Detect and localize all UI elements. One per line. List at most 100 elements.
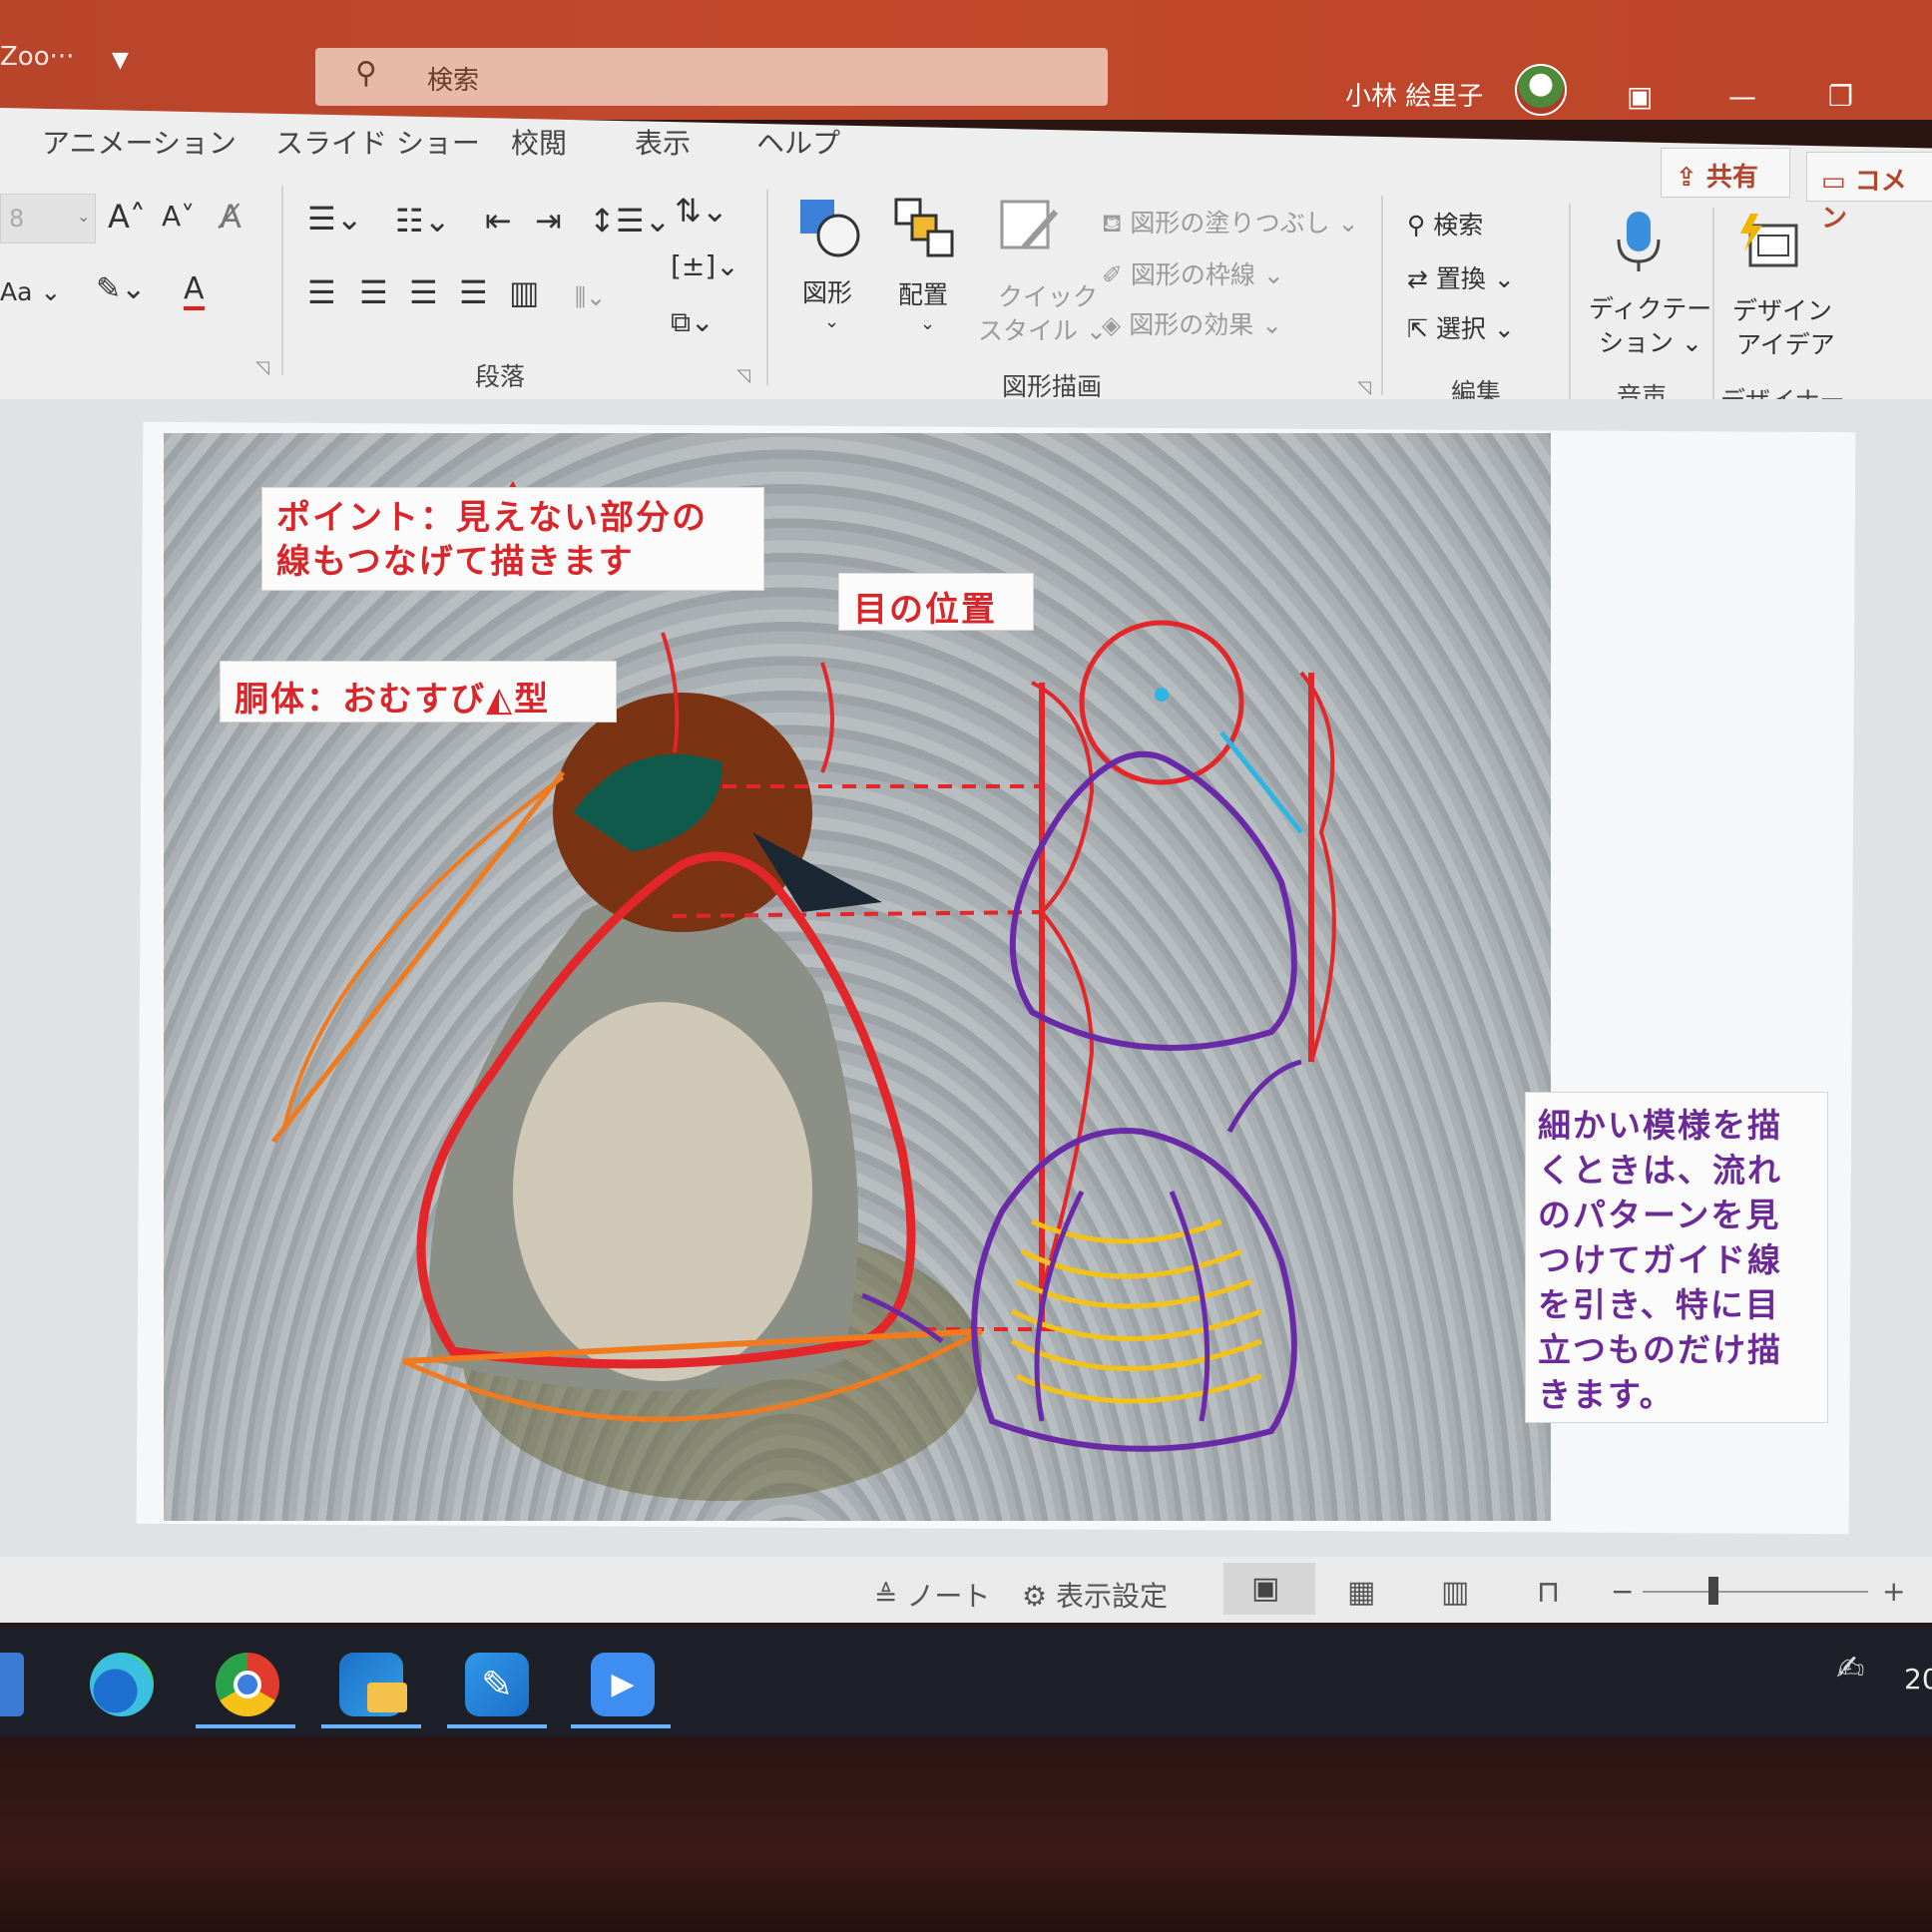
line-spacing-icon[interactable]: ↕☰⌄ [589, 202, 671, 240]
justify-icon[interactable]: ☰ [459, 273, 488, 311]
shape-outline-label: 図形の枠線 [1130, 260, 1255, 289]
sketch-scale-arcs [1299, 671, 1336, 1063]
text-direction-icon[interactable]: ⇅⌄ [675, 192, 728, 230]
font-size-box[interactable]: 8 ⌄ [0, 194, 96, 243]
outlook-icon[interactable] [339, 1653, 407, 1716]
pattern-tip-callout[interactable]: 細かい模様を描 くときは、流れ のパターンを見 つけてガイド線 を引き、特に目 … [1525, 1092, 1828, 1423]
reading-view-icon[interactable]: ▥ [1441, 1575, 1469, 1610]
zoom-slider-thumb[interactable] [1708, 1577, 1718, 1605]
dialog-launcher-icon[interactable]: ◹ [1357, 377, 1371, 398]
chevron-down-icon[interactable]: ⌄ [920, 313, 935, 334]
clear-format-icon[interactable]: A̸ [220, 198, 242, 236]
notes-button[interactable]: ≜ ノート [874, 1575, 990, 1615]
normal-view-button[interactable]: ▣ [1223, 1563, 1315, 1615]
notes-icon: ≜ [874, 1580, 907, 1613]
shrink-font-icon[interactable]: A˅ [162, 200, 195, 233]
ribbon-display-icon[interactable]: ▣ [1627, 80, 1653, 113]
chrome-browser-icon[interactable] [216, 1653, 279, 1716]
outline-icon: ✐ [1102, 260, 1131, 289]
normal-view-icon: ▣ [1251, 1571, 1280, 1606]
decrease-indent-icon[interactable]: ⇤ [485, 202, 512, 240]
pattern-tip-line: くときは、流れ [1538, 1151, 1782, 1190]
zoom-slider-track[interactable] [1643, 1591, 1868, 1593]
font-color-icon[interactable]: A [184, 271, 205, 310]
slide-sorter-icon[interactable]: ▦ [1347, 1575, 1375, 1610]
restore-icon[interactable]: ❐ [1828, 80, 1853, 113]
find-button[interactable]: ⚲ 検索 [1407, 206, 1483, 242]
search-box[interactable]: ⚲ 検索 [315, 48, 1108, 106]
tab-animation[interactable]: アニメーション [42, 122, 237, 162]
align-right-icon[interactable]: ☰ [409, 273, 438, 311]
pattern-text-pointer [1226, 1059, 1302, 1134]
eye-pointer-arrow [820, 662, 834, 773]
align-text-icon[interactable]: [±]⌄ [671, 249, 739, 282]
align-center-icon[interactable]: ☰ [359, 273, 388, 311]
display-settings-button[interactable]: ⚙ 表示設定 [1022, 1575, 1168, 1615]
shape-fill-button[interactable]: ⛾ 図形の塗りつぶし ⌄ [1102, 204, 1359, 241]
tab-slideshow[interactable]: スライド ショー [275, 122, 480, 162]
dialog-launcher-icon[interactable]: ◹ [255, 357, 269, 378]
quick-style-button[interactable]: スタイル ⌄ [978, 311, 1107, 347]
smartart-icon[interactable]: ⧉⌄ [671, 305, 714, 339]
distribute-icon[interactable]: ▥ [509, 273, 539, 311]
point-callout[interactable]: ポイント：見えない部分の 線もつなげて描きます [261, 487, 764, 591]
columns-icon[interactable]: ⫼⌄ [575, 283, 606, 311]
share-icon: ⇪ [1676, 163, 1706, 193]
duck-breast [513, 1002, 812, 1381]
pen-tray-icon[interactable]: ✍ [1836, 1649, 1865, 1689]
pen-active-indicator [447, 1724, 547, 1728]
design-ideas-icon[interactable] [1736, 212, 1800, 275]
avatar[interactable] [1515, 64, 1567, 116]
tab-review[interactable]: 校閲 [511, 122, 567, 162]
document-name[interactable]: Zoo··· [0, 42, 74, 72]
tab-view[interactable]: 表示 [635, 122, 691, 162]
separator [1381, 196, 1383, 395]
shape-effect-label: 図形の効果 [1129, 310, 1254, 339]
grow-font-icon[interactable]: A˄ [108, 198, 146, 236]
edge-browser-icon[interactable] [90, 1653, 154, 1716]
chevron-down-icon[interactable]: ⌄ [824, 311, 839, 332]
slideshow-view-icon[interactable]: ⊓ [1537, 1575, 1560, 1610]
share-label: 共有 [1705, 163, 1758, 193]
microphone-icon[interactable] [1607, 210, 1671, 273]
increase-indent-icon[interactable]: ⇥ [535, 202, 562, 240]
minimize-icon[interactable]: — [1728, 80, 1756, 113]
arrange-icon[interactable] [892, 196, 956, 259]
quick-style-icon[interactable] [998, 198, 1062, 261]
dictate-button[interactable]: ション ⌄ [1599, 323, 1702, 359]
select-button[interactable]: ⇱ 選択 ⌄ [1407, 309, 1515, 345]
shape-effect-button[interactable]: ◈ 図形の効果 ⌄ [1102, 305, 1282, 341]
replace-button[interactable]: ⇄ 置換 ⌄ [1407, 259, 1515, 295]
change-case-button[interactable]: Aa ⌄ [0, 277, 61, 306]
pattern-tip-line: 細かい模様を描 [1538, 1106, 1782, 1145]
zoom-out-button[interactable]: − [1611, 1575, 1634, 1608]
share-button[interactable]: ⇪ 共有 [1661, 148, 1790, 198]
comment-button[interactable]: ▭ コメン [1806, 152, 1932, 234]
shapes-button[interactable]: 図形 [802, 273, 852, 309]
user-name[interactable]: 小林 絵里子 [1345, 76, 1483, 113]
arrange-button[interactable]: 配置 [898, 275, 948, 311]
align-left-icon[interactable]: ☰ [307, 273, 336, 311]
display-settings-label: 表示設定 [1056, 1580, 1169, 1613]
eye-position-callout[interactable]: 目の位置 [838, 573, 1034, 631]
zoom-in-button[interactable]: + [1882, 1575, 1905, 1608]
numbering-icon[interactable]: ☷⌄ [395, 202, 451, 240]
pattern-tip-line: を引き、特に目 [1538, 1285, 1780, 1324]
shape-outline-button[interactable]: ✐ 図形の枠線 ⌄ [1102, 255, 1284, 291]
highlight-icon[interactable]: ✎⌄ [96, 271, 146, 306]
start-button-icon[interactable] [0, 1653, 24, 1716]
dictate-label-2: ション [1599, 328, 1675, 357]
tab-help[interactable]: ヘルプ [756, 122, 840, 162]
pattern-tip-line: つけてガイド線 [1538, 1240, 1782, 1279]
search-placeholder: 検索 [427, 66, 480, 96]
taskbar [0, 1627, 1932, 1736]
pattern-tip-line: 立つものだけ描 [1538, 1330, 1782, 1369]
dialog-launcher-icon[interactable]: ◹ [736, 365, 750, 386]
whiteboard-pen-icon[interactable]: ✎ [465, 1653, 529, 1716]
zoom-app-icon[interactable]: ▶ [591, 1653, 655, 1716]
chevron-down-icon[interactable]: ▼ [112, 48, 129, 73]
body-shape-callout[interactable]: 胴体：おむすび◭型 [220, 661, 617, 723]
shape-fill-label: 図形の塗りつぶし [1130, 209, 1330, 238]
bullets-icon[interactable]: ☰⌄ [307, 200, 363, 238]
shapes-icon[interactable] [798, 196, 862, 259]
